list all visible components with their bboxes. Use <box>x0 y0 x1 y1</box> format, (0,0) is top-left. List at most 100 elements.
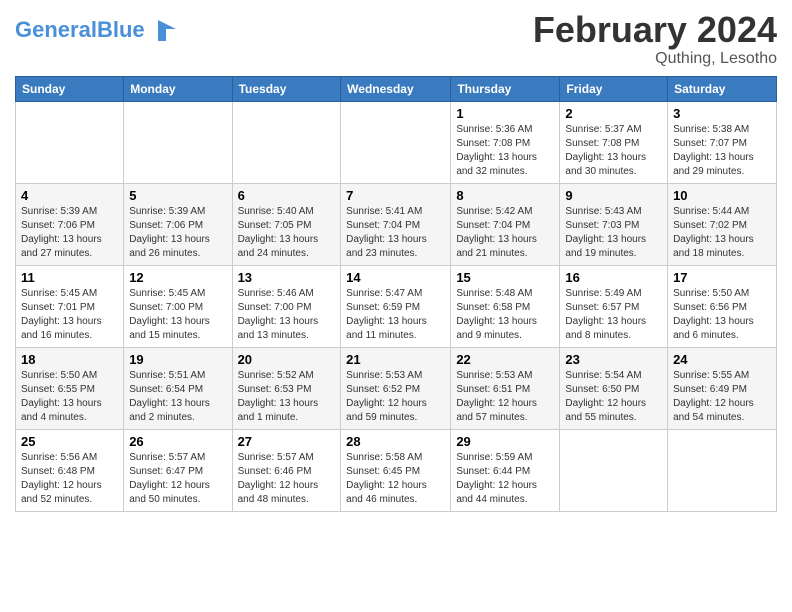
day-number: 25 <box>21 434 118 449</box>
logo-text: GeneralBlue <box>15 19 145 41</box>
day-number: 10 <box>673 188 771 203</box>
week-row-2: 4 Sunrise: 5:39 AM Sunset: 7:06 PM Daylig… <box>16 183 777 265</box>
calendar-cell: 12Sunrise: 5:45 AM Sunset: 7:00 PM Dayli… <box>124 265 232 347</box>
column-header-wednesday: Wednesday <box>341 76 451 101</box>
calendar-cell <box>16 101 124 183</box>
calendar-cell: 27Sunrise: 5:57 AM Sunset: 6:46 PM Dayli… <box>232 429 341 511</box>
month-year-title: February 2024 <box>533 10 777 50</box>
week-row-1: 1 Sunrise: 5:36 AM Sunset: 7:08 PM Daylig… <box>16 101 777 183</box>
column-header-saturday: Saturday <box>668 76 777 101</box>
calendar-body: 1 Sunrise: 5:36 AM Sunset: 7:08 PM Daylig… <box>16 101 777 511</box>
column-header-friday: Friday <box>560 76 668 101</box>
column-header-monday: Monday <box>124 76 232 101</box>
day-info: Sunrise: 5:40 AM Sunset: 7:05 PM Dayligh… <box>238 205 336 261</box>
day-number: 13 <box>238 270 336 285</box>
calendar-cell: 23 Sunrise: 5:54 AM Sunset: 6:50 PM Dayli… <box>560 347 668 429</box>
day-number: 3 <box>673 106 771 121</box>
day-info: Sunrise: 5:50 AM Sunset: 6:55 PM Dayligh… <box>21 369 118 425</box>
day-info: Sunrise: 5:49 AM Sunset: 6:57 PM Dayligh… <box>565 287 662 343</box>
day-number: 18 <box>21 352 118 367</box>
day-number: 28 <box>346 434 445 449</box>
day-info: Sunrise: 5:54 AM Sunset: 6:50 PM Dayligh… <box>565 369 662 425</box>
logo-icon <box>148 15 178 45</box>
day-info: Sunrise: 5:59 AM Sunset: 6:44 PM Dayligh… <box>456 451 554 507</box>
week-row-4: 18 Sunrise: 5:50 AM Sunset: 6:55 PM Dayli… <box>16 347 777 429</box>
day-info: Sunrise: 5:57 AM Sunset: 6:47 PM Dayligh… <box>129 451 226 507</box>
calendar-cell: 18 Sunrise: 5:50 AM Sunset: 6:55 PM Dayli… <box>16 347 124 429</box>
day-info: Sunrise: 5:39 AM Sunset: 7:06 PM Dayligh… <box>129 205 226 261</box>
calendar-cell: 9 Sunrise: 5:43 AM Sunset: 7:03 PM Daylig… <box>560 183 668 265</box>
calendar-cell: 28 Sunrise: 5:58 AM Sunset: 6:45 PM Dayli… <box>341 429 451 511</box>
day-number: 8 <box>456 188 554 203</box>
day-number: 6 <box>238 188 336 203</box>
calendar-cell: 19Sunrise: 5:51 AM Sunset: 6:54 PM Dayli… <box>124 347 232 429</box>
calendar-cell: 24 Sunrise: 5:55 AM Sunset: 6:49 PM Dayli… <box>668 347 777 429</box>
day-info: Sunrise: 5:39 AM Sunset: 7:06 PM Dayligh… <box>21 205 118 261</box>
day-info: Sunrise: 5:55 AM Sunset: 6:49 PM Dayligh… <box>673 369 771 425</box>
day-info: Sunrise: 5:56 AM Sunset: 6:48 PM Dayligh… <box>21 451 118 507</box>
day-number: 29 <box>456 434 554 449</box>
calendar-cell: 21 Sunrise: 5:53 AM Sunset: 6:52 PM Dayli… <box>341 347 451 429</box>
day-number: 22 <box>456 352 554 367</box>
day-number: 2 <box>565 106 662 121</box>
calendar-cell: 3Sunrise: 5:38 AM Sunset: 7:07 PM Daylig… <box>668 101 777 183</box>
logo-general: General <box>15 17 97 42</box>
day-info: Sunrise: 5:36 AM Sunset: 7:08 PM Dayligh… <box>456 123 554 179</box>
calendar-cell: 26Sunrise: 5:57 AM Sunset: 6:47 PM Dayli… <box>124 429 232 511</box>
calendar-table: SundayMondayTuesdayWednesdayThursdayFrid… <box>15 76 777 512</box>
calendar-cell: 25 Sunrise: 5:56 AM Sunset: 6:48 PM Dayli… <box>16 429 124 511</box>
day-number: 15 <box>456 270 554 285</box>
title-block: February 2024 Quthing, Lesotho <box>533 10 777 68</box>
calendar-cell: 2 Sunrise: 5:37 AM Sunset: 7:08 PM Daylig… <box>560 101 668 183</box>
calendar-cell: 15Sunrise: 5:48 AM Sunset: 6:58 PM Dayli… <box>451 265 560 347</box>
day-number: 23 <box>565 352 662 367</box>
day-info: Sunrise: 5:53 AM Sunset: 6:52 PM Dayligh… <box>346 369 445 425</box>
page-header: GeneralBlue February 2024 Quthing, Lesot… <box>15 10 777 68</box>
column-header-sunday: Sunday <box>16 76 124 101</box>
week-row-3: 11 Sunrise: 5:45 AM Sunset: 7:01 PM Dayli… <box>16 265 777 347</box>
day-info: Sunrise: 5:45 AM Sunset: 7:00 PM Dayligh… <box>129 287 226 343</box>
calendar-cell: 5 Sunrise: 5:39 AM Sunset: 7:06 PM Daylig… <box>124 183 232 265</box>
day-info: Sunrise: 5:46 AM Sunset: 7:00 PM Dayligh… <box>238 287 336 343</box>
day-number: 7 <box>346 188 445 203</box>
day-number: 1 <box>456 106 554 121</box>
day-number: 24 <box>673 352 771 367</box>
day-info: Sunrise: 5:43 AM Sunset: 7:03 PM Dayligh… <box>565 205 662 261</box>
calendar-cell: 16 Sunrise: 5:49 AM Sunset: 6:57 PM Dayli… <box>560 265 668 347</box>
calendar-cell: 1 Sunrise: 5:36 AM Sunset: 7:08 PM Daylig… <box>451 101 560 183</box>
day-number: 19 <box>129 352 226 367</box>
calendar-cell <box>668 429 777 511</box>
header-row: SundayMondayTuesdayWednesdayThursdayFrid… <box>16 76 777 101</box>
day-number: 11 <box>21 270 118 285</box>
calendar-cell: 22 Sunrise: 5:53 AM Sunset: 6:51 PM Dayli… <box>451 347 560 429</box>
calendar-cell: 10Sunrise: 5:44 AM Sunset: 7:02 PM Dayli… <box>668 183 777 265</box>
logo-blue: Blue <box>97 17 145 42</box>
location-subtitle: Quthing, Lesotho <box>533 50 777 68</box>
day-info: Sunrise: 5:57 AM Sunset: 6:46 PM Dayligh… <box>238 451 336 507</box>
calendar-cell: 4 Sunrise: 5:39 AM Sunset: 7:06 PM Daylig… <box>16 183 124 265</box>
day-info: Sunrise: 5:47 AM Sunset: 6:59 PM Dayligh… <box>346 287 445 343</box>
day-info: Sunrise: 5:53 AM Sunset: 6:51 PM Dayligh… <box>456 369 554 425</box>
day-number: 16 <box>565 270 662 285</box>
day-info: Sunrise: 5:41 AM Sunset: 7:04 PM Dayligh… <box>346 205 445 261</box>
calendar-cell <box>560 429 668 511</box>
calendar-cell: 14 Sunrise: 5:47 AM Sunset: 6:59 PM Dayli… <box>341 265 451 347</box>
day-number: 21 <box>346 352 445 367</box>
day-number: 4 <box>21 188 118 203</box>
calendar-cell: 29 Sunrise: 5:59 AM Sunset: 6:44 PM Dayli… <box>451 429 560 511</box>
day-number: 9 <box>565 188 662 203</box>
day-info: Sunrise: 5:58 AM Sunset: 6:45 PM Dayligh… <box>346 451 445 507</box>
day-number: 14 <box>346 270 445 285</box>
day-info: Sunrise: 5:42 AM Sunset: 7:04 PM Dayligh… <box>456 205 554 261</box>
calendar-cell: 13 Sunrise: 5:46 AM Sunset: 7:00 PM Dayli… <box>232 265 341 347</box>
calendar-cell: 8 Sunrise: 5:42 AM Sunset: 7:04 PM Daylig… <box>451 183 560 265</box>
calendar-header: SundayMondayTuesdayWednesdayThursdayFrid… <box>16 76 777 101</box>
calendar-cell: 17Sunrise: 5:50 AM Sunset: 6:56 PM Dayli… <box>668 265 777 347</box>
day-info: Sunrise: 5:37 AM Sunset: 7:08 PM Dayligh… <box>565 123 662 179</box>
logo: GeneralBlue <box>15 15 178 45</box>
calendar-cell <box>341 101 451 183</box>
day-info: Sunrise: 5:45 AM Sunset: 7:01 PM Dayligh… <box>21 287 118 343</box>
calendar-cell <box>124 101 232 183</box>
day-number: 5 <box>129 188 226 203</box>
column-header-tuesday: Tuesday <box>232 76 341 101</box>
